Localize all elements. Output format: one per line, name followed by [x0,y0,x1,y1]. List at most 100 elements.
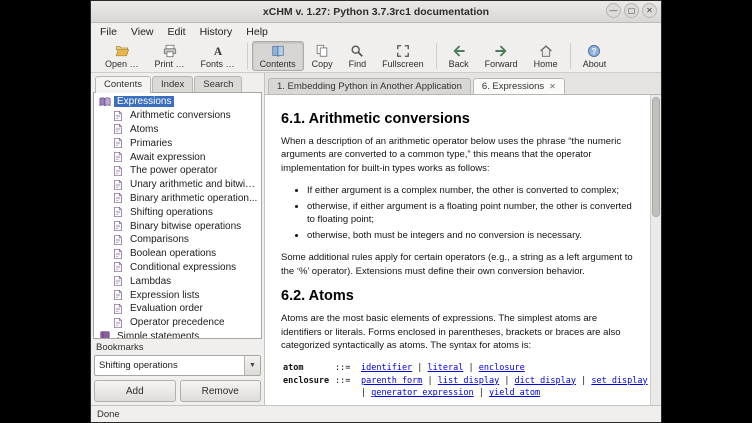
contents-tree: Expressions Arithmetic conversions Atoms… [93,92,262,339]
status-text: Done [97,409,120,420]
bullet-item: If either argument is a complex number, … [307,184,637,197]
bookmarks-combobox[interactable]: Shifting operations ▼ [94,355,261,376]
page-icon [112,289,124,301]
open-icon [115,44,129,58]
tree-item[interactable]: Evaluation order [94,302,261,316]
sidebar-tab-index[interactable]: Index [152,76,193,92]
syntax-link[interactable]: list_display [438,376,499,386]
syntax-separator: | [576,376,591,386]
syntax-link[interactable]: identifier [361,363,412,373]
menu-item-view[interactable]: View [124,25,161,39]
toolbar-button[interactable]: Contents [252,41,304,71]
toolbar-button[interactable]: Home [526,41,566,71]
add-bookmark-button[interactable]: Add [94,380,176,402]
tree-item[interactable]: Boolean operations [94,247,261,261]
page-icon [112,123,124,135]
page-icon [112,234,124,246]
bookmarks-panel: Bookmarks Shifting operations ▼ Add Remo… [93,339,262,405]
page-icon [112,192,124,204]
chevron-down-icon[interactable]: ▼ [244,356,260,375]
toolbar-button[interactable]: Back [441,41,477,71]
tree-item[interactable]: Conditional expressions [94,261,261,275]
section-heading-6-1: 6.1. Arithmetic conversions [281,111,637,127]
syntax-separator: | [474,388,489,398]
page-icon [112,317,124,329]
document-content: 6.1. Arithmetic conversions When a descr… [265,95,651,405]
paragraph: Some additional rules apply for certain … [281,251,637,278]
fonts-icon: A [211,44,225,58]
toolbar-button[interactable]: ? About [575,41,615,71]
syntax-separator: | [361,388,371,398]
tree-item[interactable]: Operator precedence [94,316,261,330]
bookmarks-label: Bookmarks [96,342,261,353]
tree-item[interactable]: Primaries [94,136,261,150]
about-icon: ? [587,44,601,58]
tree-item[interactable]: Expression lists [94,288,261,302]
toolbar-button[interactable]: Print … [147,41,193,71]
tree-item[interactable]: Binary arithmetic operation... [94,192,261,206]
titlebar[interactable]: xCHM v. 1.27: Python 3.7.3rc1 documentat… [91,1,661,23]
page-icon [112,137,124,149]
sidebar: ContentsIndexSearch Expressions Arithmet… [91,73,265,405]
menubar: FileViewEditHistoryHelp [91,23,661,40]
menu-item-file[interactable]: File [93,25,124,39]
syntax-link[interactable]: parenth_form [361,376,422,386]
toolbar-separator [436,43,437,69]
forward-icon [494,44,508,58]
syntax-line: atom ::= identifier | literal | enclosur… [283,362,637,375]
page-icon [112,248,124,260]
document-tab[interactable]: 6. Expressions ✕ [473,78,565,94]
document-viewport: 6.1. Arithmetic conversions When a descr… [265,95,661,405]
window-controls: —▢✕ [606,3,657,18]
sidebar-tab-search[interactable]: Search [194,76,242,92]
toolbar-button[interactable]: Fullscreen [374,41,432,71]
tree-item[interactable]: Unary arithmetic and bitwis... [94,178,261,192]
menu-item-edit[interactable]: Edit [161,25,193,39]
tree-item[interactable]: Arithmetic conversions [94,109,261,123]
toolbar-button[interactable]: Open … [97,41,147,71]
remove-bookmark-button[interactable]: Remove [180,380,262,402]
close-button[interactable]: ✕ [642,3,657,18]
tab-close-icon[interactable]: ✕ [549,82,556,91]
bullet-item: otherwise, both must be integers and no … [307,229,637,242]
toolbar-button[interactable]: Copy [304,41,341,71]
menu-item-help[interactable]: Help [239,25,275,39]
syntax-link[interactable]: yield_atom [489,388,540,398]
tree-item[interactable]: Comparisons [94,233,261,247]
document-tab[interactable]: 1. Embedding Python in Another Applicati… [268,78,471,94]
toolbar-separator [247,43,248,69]
minimize-button[interactable]: — [606,3,621,18]
sidebar-tabs: ContentsIndexSearch [93,75,262,92]
home-icon [539,44,553,58]
syntax-link[interactable]: enclosure [479,363,525,373]
syntax-link[interactable]: set_display [591,376,647,386]
syntax-link[interactable]: literal [428,363,464,373]
scrollbar-thumb[interactable] [652,97,660,217]
page-icon [112,220,124,232]
toolbar-button[interactable]: Forward [477,41,526,71]
xchm-window: xCHM v. 1.27: Python 3.7.3rc1 documentat… [90,0,662,423]
syntax-link[interactable]: generator_expression [371,388,473,398]
page-icon [112,165,124,177]
sidebar-tab-contents[interactable]: Contents [95,76,151,93]
menu-item-history[interactable]: History [193,25,240,39]
syntax-separator: | [422,376,437,386]
tree-item[interactable]: Lambdas [94,274,261,288]
back-icon [452,44,466,58]
tree-item[interactable]: Simple statements [94,330,261,339]
tree-item[interactable]: Atoms [94,123,261,137]
tree-item[interactable]: Binary bitwise operations [94,219,261,233]
tree-item[interactable]: Shifting operations [94,205,261,219]
statusbar: Done [91,405,661,422]
toolbar-button[interactable]: Find [341,41,375,71]
tree-item[interactable]: The power operator [94,164,261,178]
syntax-link[interactable]: dict_display [515,376,576,386]
syntax-block: atom ::= identifier | literal | enclosur… [283,362,637,400]
toolbar-button[interactable]: A Fonts … [193,41,243,71]
tree-item[interactable]: Await expression [94,150,261,164]
contents-icon [271,44,285,58]
vertical-scrollbar[interactable] [650,95,661,405]
maximize-button[interactable]: ▢ [624,3,639,18]
tree-item[interactable]: Expressions [94,95,261,109]
open-book-icon [99,96,111,108]
